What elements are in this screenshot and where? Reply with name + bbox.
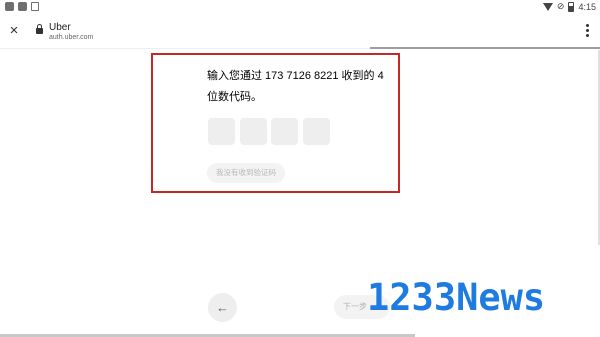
resend-code-button[interactable]: 我没有收到验证码 [207, 163, 285, 183]
lock-icon [36, 24, 43, 34]
app-notification-icon [5, 2, 14, 11]
clock: 4:15 [578, 1, 596, 12]
more-vert-icon[interactable] [586, 24, 590, 38]
app-notification-icon [18, 2, 27, 11]
system-icons: ⊘ 4:15 [542, 1, 596, 12]
code-digit-3[interactable] [271, 118, 298, 145]
back-arrow-icon[interactable]: ← [208, 293, 237, 322]
code-digit-4[interactable] [303, 118, 330, 145]
site-title: Uber [49, 22, 71, 33]
code-digit-2[interactable] [240, 118, 267, 145]
next-button-label: 下一步 [343, 302, 367, 311]
status-bar: ⊘ 4:15 [0, 0, 600, 14]
app-notification-icon [31, 2, 39, 11]
browser-toolbar: × Uber auth.uber.com [0, 14, 600, 48]
watermark-logo: 1233News [367, 276, 546, 319]
notification-icons [5, 2, 39, 11]
no-sim-icon: ⊘ [556, 1, 565, 11]
verification-prompt: 输入您通过 173 7126 8221 收到的 4 位数代码。 [207, 70, 384, 103]
site-url: auth.uber.com [49, 34, 94, 41]
wifi-icon [542, 2, 553, 11]
close-icon[interactable]: × [4, 20, 24, 42]
page-progress-bar [370, 47, 600, 49]
battery-icon [568, 1, 575, 12]
code-digit-1[interactable] [208, 118, 235, 145]
